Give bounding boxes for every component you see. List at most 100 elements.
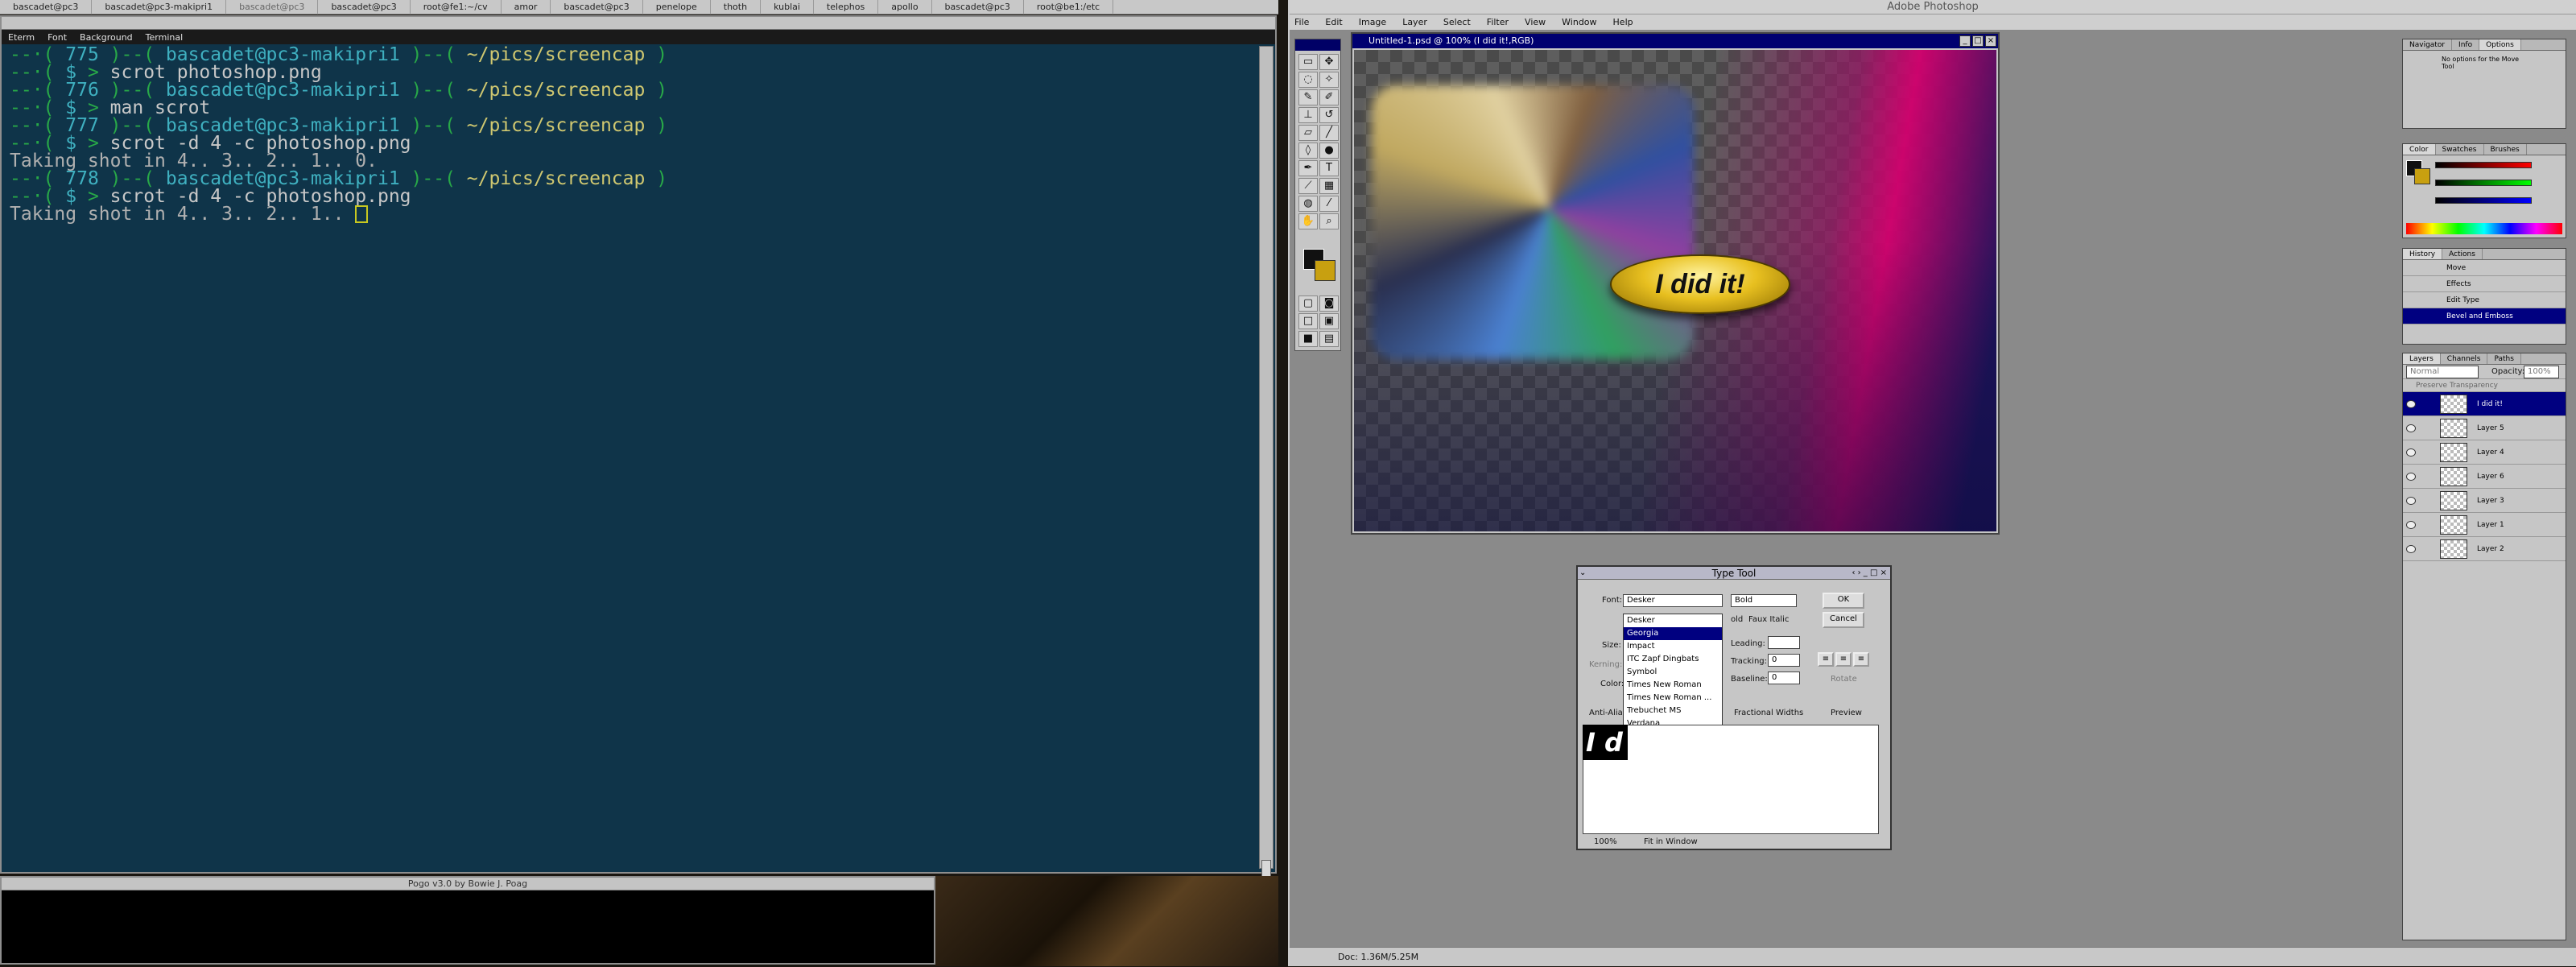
taskbar-item[interactable]: bascadet@pc3-makipri1 — [92, 0, 227, 14]
layer-row[interactable]: Layer 3 — [2403, 489, 2566, 513]
eye-icon[interactable] — [2406, 448, 2416, 457]
preview-checkbox-label[interactable]: Preview — [1831, 709, 1862, 717]
jump-to-imageready-icon[interactable]: ▤ — [1319, 331, 1339, 347]
document-window[interactable]: Untitled-1.psd @ 100% (I did it!,RGB) _ … — [1351, 32, 2000, 535]
gradient-tool-icon[interactable]: ▦ — [1319, 178, 1339, 194]
eye-icon[interactable] — [2406, 545, 2416, 553]
pencil-icon[interactable]: ╱ — [1319, 125, 1339, 141]
font-select[interactable]: Desker — [1623, 594, 1723, 607]
menu-item[interactable]: Filter — [1487, 17, 1509, 27]
screen-mode-3-icon[interactable]: ■ — [1298, 331, 1318, 347]
history-brush-icon[interactable]: ↺ — [1319, 107, 1339, 123]
magic-wand-icon[interactable]: ✧ — [1319, 72, 1339, 88]
airbrush-icon[interactable]: ✎ — [1298, 89, 1318, 105]
color-ramp[interactable] — [2406, 223, 2562, 234]
history-item[interactable]: Move — [2403, 260, 2566, 276]
taskbar-item[interactable]: root@fe1:~/cv — [411, 0, 502, 14]
align-center-icon[interactable]: ≡ — [1835, 652, 1852, 667]
blur-tool-icon[interactable]: ◊ — [1298, 143, 1318, 159]
taskbar-item[interactable]: bascadet@pc3 — [318, 0, 411, 14]
layer-row[interactable]: I did it! — [2403, 392, 2566, 416]
font-list-item[interactable]: ITC Zapf Dingbats — [1624, 653, 1722, 666]
quickmask-mode-icon[interactable]: ◙ — [1319, 295, 1339, 312]
layer-row[interactable]: Layer 2 — [2403, 537, 2566, 561]
color-palette[interactable]: Color Swatches Brushes — [2402, 143, 2566, 238]
terminal-menu-item[interactable]: Background — [80, 32, 133, 43]
terminal-output[interactable]: --·( 775 )--( bascadet@pc3-makipri1 )--(… — [10, 46, 1251, 864]
cancel-button[interactable]: Cancel — [1823, 612, 1864, 628]
font-style-select[interactable]: Bold — [1731, 594, 1797, 607]
paintbrush-icon[interactable]: ✐ — [1319, 89, 1339, 105]
font-list-item[interactable]: Symbol — [1624, 666, 1722, 679]
layers-palette[interactable]: Layers Channels Paths Normal Opacity: 100%… — [2402, 353, 2566, 940]
hand-tool-icon[interactable]: ✋ — [1298, 213, 1318, 229]
font-list-item[interactable]: Desker — [1624, 614, 1722, 627]
rotate-label[interactable]: Rotate — [1831, 675, 1857, 684]
align-right-icon[interactable]: ≡ — [1853, 652, 1869, 667]
taskbar-item[interactable]: amor — [502, 0, 551, 14]
taskbar-item[interactable]: bascadet@pc3 — [932, 0, 1024, 14]
history-palette[interactable]: History Actions Move Effects Edit Type Bevel… — [2402, 248, 2566, 345]
menu-item[interactable]: Window — [1562, 17, 1596, 27]
lasso-tool-icon[interactable]: ◌ — [1298, 72, 1318, 88]
menu-item[interactable]: Image — [1359, 17, 1386, 27]
taskbar-item[interactable]: thoth — [711, 0, 762, 14]
eye-icon[interactable] — [2406, 497, 2416, 505]
palette-tab[interactable]: Options — [2479, 39, 2521, 50]
taskbar-item[interactable]: bascadet@pc3 — [0, 0, 93, 14]
toolbox-header[interactable] — [1295, 39, 1340, 51]
standard-mode-icon[interactable]: ▢ — [1298, 295, 1318, 312]
terminal-titlebar[interactable] — [2, 17, 1275, 30]
terminal-menu-item[interactable]: Eterm — [8, 32, 35, 43]
maximize-icon[interactable]: □ — [1972, 35, 1984, 47]
font-list-item[interactable]: Georgia — [1624, 627, 1722, 640]
terminal-window[interactable]: Eterm Font Background Terminal --·( 775 )--… — [0, 15, 1277, 892]
pogo-title[interactable]: Pogo v3.0 by Bowie J. Poag — [2, 878, 934, 891]
taskbar-item[interactable]: telephos — [814, 0, 879, 14]
taskbar-item[interactable]: kublai — [761, 0, 814, 14]
menu-item[interactable]: Layer — [1402, 17, 1427, 27]
palette-tab[interactable]: Swatches — [2436, 144, 2484, 155]
taskbar-item[interactable]: root@be1:/etc — [1024, 0, 1114, 14]
terminal-scrollbar[interactable] — [1259, 46, 1274, 892]
close-icon[interactable]: × — [1985, 35, 1996, 47]
font-list-item[interactable]: Times New Roman — [1624, 679, 1722, 692]
measure-tool-icon[interactable]: ⟋ — [1298, 178, 1318, 194]
palette-tab[interactable]: Channels — [2441, 353, 2488, 364]
history-item[interactable]: Edit Type — [2403, 292, 2566, 308]
palette-tab[interactable]: Actions — [2442, 249, 2483, 259]
zoom-tool-icon[interactable]: ⌕ — [1319, 213, 1339, 229]
pen-tool-icon[interactable]: ✒ — [1298, 160, 1318, 176]
history-item[interactable]: Bevel and Emboss — [2403, 308, 2566, 324]
baseline-field[interactable]: 0 — [1768, 672, 1800, 684]
menu-item[interactable]: File — [1294, 17, 1309, 27]
palette-tab[interactable]: Color — [2403, 144, 2436, 155]
type-tool-titlebar[interactable]: ⌄ Type Tool ‹ › _ □ × — [1578, 567, 1890, 580]
layer-row[interactable]: Layer 5 — [2403, 416, 2566, 440]
dialog-window-buttons-icon[interactable]: ‹ › _ □ × — [1852, 567, 1887, 580]
layer-row[interactable]: Layer 6 — [2403, 465, 2566, 489]
green-slider[interactable] — [2435, 180, 2532, 186]
move-tool-icon[interactable]: ✥ — [1319, 54, 1339, 70]
screen-mode-1-icon[interactable]: □ — [1298, 313, 1318, 329]
eye-icon[interactable] — [2406, 473, 2416, 481]
type-tool-icon[interactable]: T — [1319, 160, 1339, 176]
palette-tab[interactable]: History — [2403, 249, 2443, 259]
burn-tool-icon[interactable]: ● — [1319, 143, 1339, 159]
pogo-window[interactable]: Pogo v3.0 by Bowie J. Poag — [0, 876, 935, 965]
layer-row[interactable]: Layer 4 — [2403, 440, 2566, 465]
document-titlebar[interactable]: Untitled-1.psd @ 100% (I did it!,RGB) _ … — [1352, 34, 1998, 48]
faux-italic-checkbox-label[interactable]: Faux Italic — [1748, 615, 1789, 624]
taskbar-item[interactable]: penelope — [643, 0, 711, 14]
navigator-palette[interactable]: Navigator Info Options No options for the … — [2402, 39, 2566, 129]
eyedropper-icon[interactable]: ⁄ — [1319, 196, 1339, 212]
eraser-icon[interactable]: ▱ — [1298, 125, 1318, 141]
history-item[interactable]: Effects — [2403, 276, 2566, 292]
align-left-icon[interactable]: ≡ — [1818, 652, 1834, 667]
menu-item[interactable]: Edit — [1325, 17, 1342, 27]
ok-button[interactable]: OK — [1823, 593, 1864, 609]
fit-in-window-checkbox[interactable]: Fit in Window — [1644, 837, 1698, 846]
menu-item[interactable]: View — [1525, 17, 1546, 27]
preserve-transparency-checkbox[interactable]: Preserve Transparency — [2403, 379, 2566, 392]
opacity-field[interactable]: 100% — [2524, 366, 2559, 378]
